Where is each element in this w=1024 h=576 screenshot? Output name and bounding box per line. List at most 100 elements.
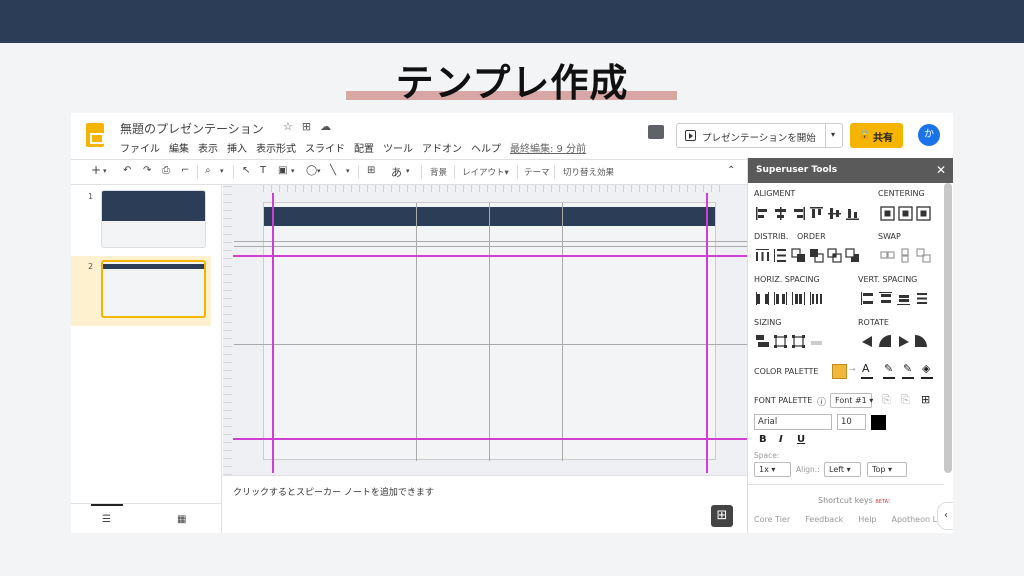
- shape-icon[interactable]: ◯: [306, 165, 317, 176]
- font-name-input[interactable]: Arial: [754, 414, 832, 430]
- border-color-icon[interactable]: ✎: [903, 362, 912, 375]
- fill-color-icon[interactable]: ◈: [922, 362, 930, 375]
- transition-button[interactable]: 切り替え効果: [563, 166, 614, 178]
- redo-icon[interactable]: ↷: [143, 165, 151, 176]
- horiz-spacing-2-icon[interactable]: [773, 291, 788, 306]
- slide-canvas[interactable]: [233, 193, 754, 473]
- size-fill-icon[interactable]: [809, 334, 824, 349]
- swap-position-icon[interactable]: [916, 248, 931, 263]
- vert-spacing-2-icon[interactable]: [878, 291, 893, 306]
- shape-chevron-icon[interactable]: ▾: [317, 167, 321, 175]
- new-slide-icon[interactable]: +: [91, 163, 101, 177]
- share-button[interactable]: 🔒 共有: [850, 123, 903, 148]
- rotate-right-icon[interactable]: [896, 334, 911, 349]
- help-link[interactable]: Help: [858, 515, 876, 524]
- text-color-icon[interactable]: A: [862, 362, 870, 375]
- align-center-icon[interactable]: [773, 206, 788, 221]
- format-paint-icon[interactable]: ⊞: [921, 393, 930, 406]
- horiz-spacing-3-icon[interactable]: [791, 291, 806, 306]
- cloud-icon[interactable]: ☁: [320, 120, 331, 133]
- grid-view-icon[interactable]: ▦: [177, 514, 186, 525]
- align-top-icon[interactable]: [809, 206, 824, 221]
- underline-button[interactable]: U: [797, 434, 805, 445]
- print-icon[interactable]: ⎙: [162, 165, 170, 176]
- bring-to-front-icon[interactable]: [791, 248, 806, 263]
- help-icon[interactable]: ⓘ: [817, 395, 826, 408]
- feedback-link[interactable]: Feedback: [805, 515, 843, 524]
- select-cursor-icon[interactable]: ↖: [242, 165, 250, 176]
- center-vertical-icon[interactable]: [898, 206, 913, 221]
- zoom-icon[interactable]: ⌕: [205, 165, 211, 176]
- menu-item-slide[interactable]: スライド: [305, 144, 345, 155]
- swap-horizontal-icon[interactable]: [880, 248, 895, 263]
- distribute-horizontal-icon[interactable]: [755, 248, 770, 263]
- space-select[interactable]: 1x ▾: [754, 462, 791, 477]
- filmstrip-view-icon[interactable]: ☰: [102, 514, 111, 525]
- zoom-chevron-icon[interactable]: ▾: [220, 167, 224, 175]
- input-tools-icon[interactable]: あ: [391, 164, 402, 180]
- slide-thumbnail-2[interactable]: [101, 260, 206, 318]
- bold-button[interactable]: B: [759, 434, 767, 445]
- text-box-icon[interactable]: T: [260, 165, 266, 176]
- input-tools-chevron-icon[interactable]: ▾: [406, 167, 410, 175]
- slide-thumbnail-1[interactable]: [101, 190, 206, 248]
- paint-format-icon[interactable]: ⌐: [181, 165, 189, 176]
- distribute-vertical-icon[interactable]: [773, 248, 788, 263]
- menu-item-help[interactable]: ヘルプ: [471, 144, 501, 155]
- size-width-icon[interactable]: [773, 334, 788, 349]
- shortcut-keys-link[interactable]: Shortcut keys BETA!: [818, 496, 890, 505]
- background-button[interactable]: 背景: [430, 166, 447, 178]
- font-size-input[interactable]: 10: [837, 414, 866, 430]
- chevron-up-icon[interactable]: ⌃: [727, 165, 735, 176]
- format-clear-icon[interactable]: ⎘: [901, 393, 910, 407]
- send-backward-icon[interactable]: [827, 248, 842, 263]
- document-title[interactable]: 無題のプレゼンテーション: [120, 120, 264, 137]
- close-icon[interactable]: ✕: [936, 163, 946, 177]
- add-note-icon[interactable]: ⊞: [711, 505, 733, 527]
- rotate-45-icon[interactable]: [878, 334, 893, 349]
- vert-spacing-3-icon[interactable]: [896, 291, 911, 306]
- send-to-back-icon[interactable]: [845, 248, 860, 263]
- rotate-left-icon[interactable]: [860, 334, 875, 349]
- core-tier-link[interactable]: Core Tier: [754, 515, 790, 524]
- present-button[interactable]: プレゼンテーションを開始 ▾: [676, 123, 843, 148]
- image-chevron-icon[interactable]: ▾: [291, 167, 295, 175]
- collapse-panel-chevron-icon[interactable]: ‹: [937, 502, 953, 530]
- undo-icon[interactable]: ↶: [123, 165, 131, 176]
- font-preset-select[interactable]: Font #1 ▾: [830, 393, 873, 408]
- horiz-spacing-1-icon[interactable]: [755, 291, 770, 306]
- font-color-swatch[interactable]: [871, 415, 886, 430]
- new-slide-chevron-icon[interactable]: ▾: [103, 167, 107, 175]
- vert-spacing-1-icon[interactable]: [860, 291, 875, 306]
- italic-button[interactable]: I: [779, 434, 783, 445]
- menu-item-addons[interactable]: アドオン: [422, 144, 462, 155]
- last-edit-link[interactable]: 最終編集: 9 分前: [510, 144, 586, 155]
- panel-scrollbar[interactable]: [944, 183, 952, 473]
- menu-item-insert[interactable]: 挿入: [227, 144, 247, 155]
- size-height-icon[interactable]: [791, 334, 806, 349]
- line-chevron-icon[interactable]: ▾: [346, 167, 350, 175]
- center-horizontal-icon[interactable]: [880, 206, 895, 221]
- rotate-90-icon[interactable]: [914, 334, 929, 349]
- menu-item-tools[interactable]: ツール: [383, 144, 413, 155]
- slides-logo-icon[interactable]: [86, 123, 104, 147]
- menu-item-format[interactable]: 表示形式: [256, 144, 296, 155]
- menu-item-edit[interactable]: 編集: [169, 144, 189, 155]
- align-left-icon[interactable]: [755, 206, 770, 221]
- theme-button[interactable]: テーマ: [524, 166, 550, 178]
- valign-select[interactable]: Top ▾: [867, 462, 907, 477]
- align-select[interactable]: Left ▾: [824, 462, 861, 477]
- align-right-icon[interactable]: [791, 206, 806, 221]
- speaker-notes-input[interactable]: クリックするとスピーカー ノートを追加できます: [233, 485, 434, 498]
- horiz-spacing-4-icon[interactable]: [809, 291, 824, 306]
- star-icon[interactable]: ☆: [283, 120, 293, 133]
- align-middle-icon[interactable]: [827, 206, 842, 221]
- center-both-icon[interactable]: [916, 206, 931, 221]
- format-copy-icon[interactable]: ⎘: [882, 393, 891, 407]
- chevron-down-icon[interactable]: ▾: [831, 130, 835, 139]
- color-palette-swatch[interactable]: [832, 364, 847, 379]
- menu-item-file[interactable]: ファイル: [120, 144, 160, 155]
- menu-item-arrange[interactable]: 配置: [354, 144, 374, 155]
- comment-history-icon[interactable]: [648, 125, 664, 139]
- bring-forward-icon[interactable]: [809, 248, 824, 263]
